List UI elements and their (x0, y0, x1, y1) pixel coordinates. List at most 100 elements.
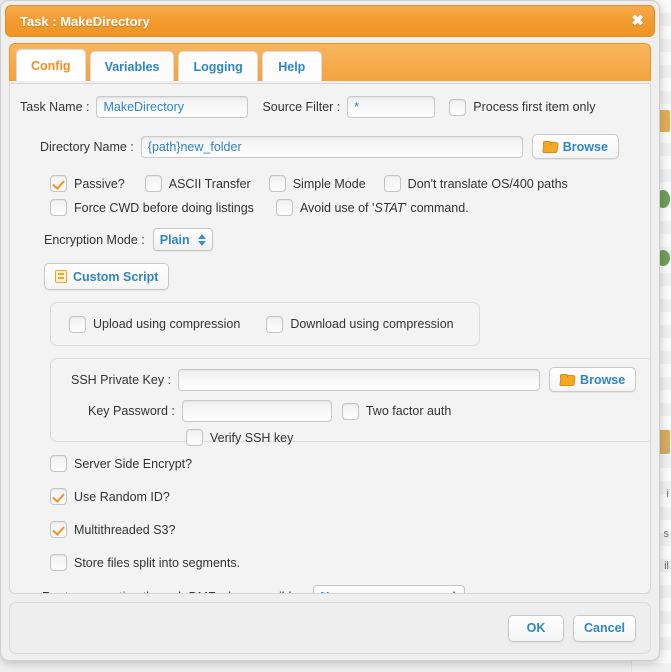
avoid-stat-prefix: Avoid use of ' (299, 200, 375, 215)
stepper-arrows-icon (197, 233, 206, 246)
ssh-group: SSH Private Key : Browse Key Password : … (50, 358, 650, 446)
passive-label: Passive? (74, 176, 125, 191)
custom-script-label: Custom Script (73, 269, 159, 284)
avoid-stat-checkbox[interactable] (275, 199, 293, 216)
store-split-checkbox-wrap: Store files split into segments. (50, 554, 240, 571)
process-first-item-label: Process first item only (473, 100, 596, 114)
task-name-row: Task Name : MakeDirectory Source Filter … (20, 96, 640, 118)
cancel-button[interactable]: Cancel (573, 614, 636, 642)
verify-ssh-checkbox-wrap: Verify SSH key (186, 429, 293, 446)
encryption-mode-row: Encryption Mode : Plain (20, 228, 640, 251)
multithreaded-s3-label: Multithreaded S3? (74, 522, 176, 537)
tab-variables[interactable]: Variables (89, 51, 175, 81)
source-filter-input[interactable]: * (347, 96, 436, 118)
key-password-input[interactable] (181, 400, 332, 422)
two-factor-checkbox[interactable] (341, 402, 359, 420)
use-random-id-checkbox[interactable] (50, 488, 67, 505)
task-name-input[interactable]: MakeDirectory (96, 96, 249, 118)
process-first-item-checkbox[interactable] (449, 98, 467, 116)
ascii-transfer-label: ASCII Transfer (168, 176, 251, 191)
download-compression-checkbox-wrap: Download using compression (266, 315, 454, 333)
background-text-fragment-3: il (664, 560, 669, 572)
avoid-stat-checkbox-wrap: Avoid use of 'STAT' command. (275, 199, 469, 216)
simple-mode-label: Simple Mode (292, 176, 366, 191)
server-side-encrypt-label: Server Side Encrypt? (74, 456, 193, 471)
upload-compression-checkbox-wrap: Upload using compression (69, 315, 240, 333)
transfer-options-row-2: Force CWD before doing listings Avoid us… (20, 199, 640, 216)
encryption-mode-value: Plain (159, 232, 190, 247)
background-text-fragment-1: i (666, 488, 669, 500)
source-filter-label: Source Filter : (262, 100, 341, 114)
encryption-mode-select[interactable]: Plain (152, 228, 213, 251)
store-split-row: Store files split into segments. (20, 554, 640, 571)
multithreaded-s3-row: Multithreaded S3? (20, 521, 640, 538)
ssh-private-key-label: SSH Private Key : (71, 372, 172, 387)
browse-ssh-key-label: Browse (580, 372, 626, 387)
simple-mode-checkbox[interactable] (268, 175, 286, 192)
use-random-id-label: Use Random ID? (74, 489, 170, 504)
download-compression-label: Download using compression (290, 317, 454, 331)
server-side-encrypt-checkbox-wrap: Server Side Encrypt? (50, 455, 192, 472)
dialog-title: Task : MakeDirectory (20, 13, 150, 29)
verify-ssh-key-row: Verify SSH key (51, 429, 650, 446)
ok-button[interactable]: OK (508, 614, 564, 642)
browse-directory-button[interactable]: Browse (531, 134, 619, 159)
ascii-transfer-checkbox-wrap: ASCII Transfer (144, 175, 251, 192)
script-icon (55, 270, 67, 283)
tab-help[interactable]: Help (261, 51, 322, 81)
passive-checkbox[interactable] (50, 175, 67, 192)
directory-name-input[interactable]: {path}new_folder (140, 135, 523, 158)
avoid-stat-command: STAT (374, 200, 405, 215)
dmz-select[interactable]: No (313, 585, 466, 593)
upload-compression-checkbox[interactable] (69, 315, 86, 333)
two-factor-label: Two factor auth (365, 404, 452, 418)
stepper-arrows-icon (450, 590, 459, 593)
tab-bar: Config Variables Logging Help (9, 43, 651, 81)
background-text-fragment-2: s (663, 528, 670, 540)
use-random-id-checkbox-wrap: Use Random ID? (50, 488, 170, 505)
no-translate-label: Don't translate OS/400 paths (407, 176, 568, 191)
process-first-item-checkbox-wrap: Process first item only (449, 98, 596, 116)
download-compression-checkbox[interactable] (266, 315, 284, 333)
dmz-label: Route connection through DMZ when possib… (42, 590, 305, 594)
no-translate-checkbox[interactable] (383, 175, 401, 192)
directory-name-label: Directory Name : (40, 139, 134, 154)
store-split-label: Store files split into segments. (74, 555, 241, 570)
force-cwd-label: Force CWD before doing listings (74, 200, 254, 215)
simple-mode-checkbox-wrap: Simple Mode (268, 175, 366, 192)
tab-logging[interactable]: Logging (178, 51, 258, 81)
folder-icon (560, 374, 574, 385)
browse-ssh-key-button[interactable]: Browse (549, 367, 637, 392)
ssh-private-key-input[interactable] (178, 368, 541, 391)
server-side-encrypt-checkbox[interactable] (50, 455, 67, 472)
compression-group: Upload using compression Download using … (50, 302, 480, 346)
store-split-checkbox[interactable] (50, 554, 67, 571)
two-factor-checkbox-wrap: Two factor auth (341, 402, 452, 420)
no-translate-checkbox-wrap: Don't translate OS/400 paths (383, 175, 568, 192)
close-icon[interactable]: ✖ (631, 14, 644, 29)
transfer-options-row-1: Passive? ASCII Transfer Simple Mode Don'… (20, 175, 640, 192)
screen: i s il Task : MakeDirectory ✖ Config Var… (0, 0, 671, 672)
encryption-mode-label: Encryption Mode : (44, 232, 145, 247)
avoid-stat-label: Avoid use of 'STAT' command. (300, 201, 469, 215)
folder-icon (542, 141, 557, 152)
use-random-id-row: Use Random ID? (20, 488, 640, 505)
multithreaded-s3-checkbox-wrap: Multithreaded S3? (50, 521, 175, 538)
browse-directory-label: Browse (562, 139, 608, 154)
verify-ssh-checkbox[interactable] (186, 429, 203, 446)
dialog-footer: OK Cancel (9, 602, 651, 654)
multithreaded-s3-checkbox[interactable] (50, 521, 67, 538)
ascii-transfer-checkbox[interactable] (144, 175, 162, 192)
avoid-stat-suffix: ' command. (404, 200, 469, 215)
verify-ssh-label: Verify SSH key (210, 430, 294, 445)
ssh-private-key-row: SSH Private Key : Browse (51, 367, 650, 392)
dmz-row: Route connection through DMZ when possib… (20, 585, 640, 594)
task-dialog: Task : MakeDirectory ✖ Config Variables … (0, 0, 660, 661)
custom-script-row: Custom Script (20, 263, 640, 290)
force-cwd-checkbox[interactable] (50, 199, 67, 216)
force-cwd-checkbox-wrap: Force CWD before doing listings (50, 199, 254, 216)
custom-script-button[interactable]: Custom Script (44, 263, 170, 290)
dialog-titlebar: Task : MakeDirectory ✖ (5, 5, 655, 37)
tab-config[interactable]: Config (16, 49, 86, 81)
key-password-label: Key Password : (88, 404, 175, 418)
